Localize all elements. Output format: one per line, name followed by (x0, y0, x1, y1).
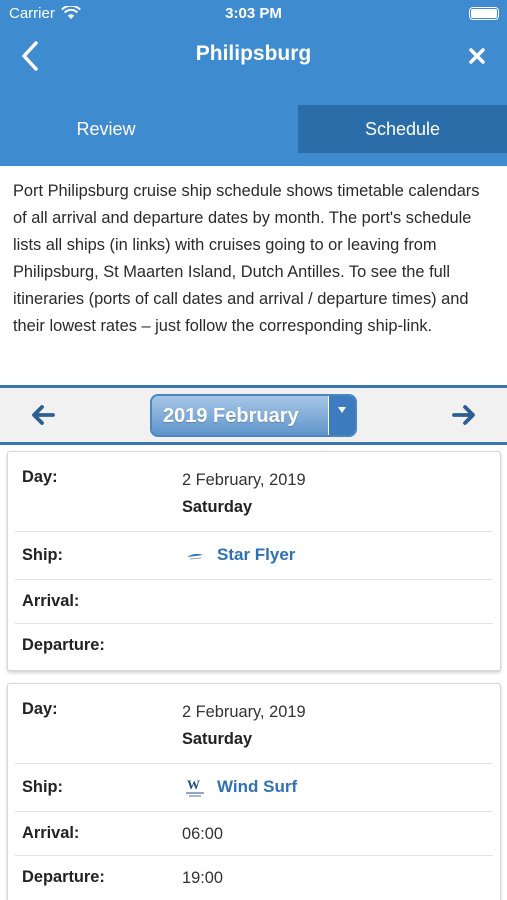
day-row: Day: 2 February, 2019 Saturday (15, 684, 493, 764)
departure-label: Departure: (22, 636, 105, 654)
month-navigator: 2019 February (0, 385, 507, 445)
status-time: 3:03 PM (225, 5, 282, 22)
arrow-left-icon[interactable] (30, 403, 56, 427)
battery-icon (469, 7, 499, 20)
schedule-card: Day: 2 February, 2019 Saturday Ship: Sta… (7, 451, 501, 671)
star-clippers-logo-icon (182, 545, 208, 565)
close-button[interactable] (461, 38, 493, 74)
arrival-value: 06:00 (182, 825, 224, 843)
arrival-row: Arrival: 06:00 (15, 812, 493, 856)
ship-row: Ship: W Wind Surf (15, 764, 493, 812)
ship-row: Ship: Star Flyer (15, 532, 493, 580)
ship-link-wind-surf[interactable]: W Wind Surf (182, 777, 297, 797)
schedule-description: Port Philipsburg cruise ship schedule sh… (13, 182, 480, 335)
caret-down-icon (338, 407, 346, 413)
ship-label: Ship: (22, 778, 63, 796)
departure-label: Departure: (22, 868, 105, 886)
day-value: 2 February, 2019 Saturday (182, 699, 306, 753)
app-header: Carrier 3:03 PM Philipsburg Review Sched… (0, 0, 507, 166)
day-value: 2 February, 2019 Saturday (182, 467, 306, 521)
windstar-logo-icon: W (182, 777, 208, 797)
tab-schedule[interactable]: Schedule (298, 105, 507, 153)
departure-row: Departure: (15, 624, 493, 670)
svg-text:W: W (187, 777, 200, 792)
day-label: Day: (22, 468, 58, 486)
status-bar: Carrier 3:03 PM (0, 0, 507, 28)
weekday-text: Saturday (182, 498, 253, 516)
ship-link-star-flyer[interactable]: Star Flyer (182, 545, 295, 565)
date-text: 2 February, 2019 (182, 471, 306, 489)
arrival-label: Arrival: (22, 592, 80, 610)
tab-review[interactable]: Review (0, 105, 212, 153)
tab-bar: Review Schedule (0, 105, 507, 153)
ship-name: Star Flyer (217, 545, 296, 564)
page-title: Philipsburg (195, 42, 312, 65)
arrival-label: Arrival: (22, 824, 80, 842)
departure-row: Departure: 19:00 (15, 856, 493, 900)
dropdown-toggle (328, 396, 355, 435)
weekday-text: Saturday (182, 730, 253, 748)
ship-label: Ship: (22, 546, 63, 564)
date-text: 2 February, 2019 (182, 703, 306, 721)
arrow-right-icon[interactable] (451, 403, 477, 427)
departure-value: 19:00 (182, 869, 224, 887)
nav-bar: Philipsburg (0, 28, 507, 84)
month-select[interactable]: 2019 February (150, 394, 357, 437)
ship-name: Wind Surf (217, 777, 298, 796)
day-label: Day: (22, 700, 58, 718)
arrival-row: Arrival: (15, 580, 493, 624)
day-row: Day: 2 February, 2019 Saturday (15, 452, 493, 532)
month-select-value: 2019 February (163, 405, 299, 427)
close-icon (469, 48, 485, 64)
schedule-card: Day: 2 February, 2019 Saturday Ship: W W… (7, 683, 501, 900)
